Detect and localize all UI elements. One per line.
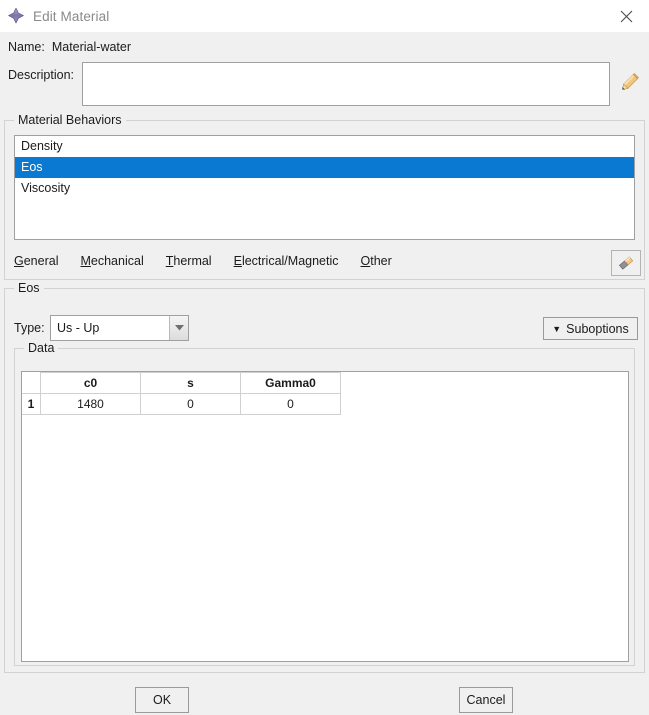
ok-button[interactable]: OK: [135, 687, 189, 713]
close-button[interactable]: [603, 0, 649, 32]
menu-rest-thermal: hermal: [173, 254, 212, 268]
caret-down-icon: ▼: [552, 324, 562, 334]
menu-mnemonic-electrical-magnetic: E: [233, 254, 242, 268]
list-item-eos[interactable]: Eos: [15, 157, 634, 178]
eos-data-table-panel[interactable]: c0 s Gamma0 1 1480 0 0: [21, 371, 629, 662]
column-header-gamma0[interactable]: Gamma0: [240, 372, 341, 394]
menu-rest-electrical-magnetic: lectrical/Magnetic: [241, 254, 339, 268]
eos-type-label: Type:: [14, 321, 45, 335]
eraser-icon: [618, 256, 634, 270]
delete-behavior-button[interactable]: [611, 250, 641, 276]
suboptions-label: Suboptions: [566, 321, 629, 336]
row-header-1[interactable]: 1: [22, 393, 41, 415]
list-item-density[interactable]: Density: [15, 136, 634, 157]
eos-type-select[interactable]: Us - Up: [50, 315, 189, 341]
column-header-s[interactable]: s: [140, 372, 241, 394]
name-label: Name:: [8, 40, 45, 54]
menu-item-mechanical[interactable]: Mechanical: [80, 254, 143, 268]
name-value: Material-water: [51, 40, 132, 54]
eos-data-table[interactable]: c0 s Gamma0 1 1480 0 0: [22, 372, 341, 415]
menu-mnemonic-general: G: [14, 254, 24, 268]
description-edit-button[interactable]: [616, 68, 644, 96]
cancel-button[interactable]: Cancel: [459, 687, 513, 713]
description-input[interactable]: [82, 62, 610, 106]
name-row: Name: Material-water: [8, 40, 131, 54]
list-item-viscosity[interactable]: Viscosity: [15, 178, 634, 199]
menu-rest-mechanical: echanical: [90, 254, 144, 268]
abaqus-diamond-icon: [7, 7, 25, 25]
table-header-row: c0 s Gamma0: [22, 372, 341, 394]
menu-mnemonic-mechanical: M: [80, 254, 91, 268]
window-title: Edit Material: [33, 8, 110, 24]
menu-item-electrical-magnetic[interactable]: Electrical/Magnetic: [234, 254, 339, 268]
material-behaviors-legend: Material Behaviors: [14, 113, 126, 127]
table-corner-cell: [22, 372, 41, 394]
suboptions-button[interactable]: ▼ Suboptions: [543, 317, 638, 340]
edit-material-dialog: Edit Material Name: Material-water Descr…: [0, 0, 649, 715]
column-header-c0[interactable]: c0: [40, 372, 141, 394]
menu-rest-other: ther: [370, 254, 392, 268]
menu-item-general[interactable]: General: [14, 254, 58, 268]
menu-item-other[interactable]: Other: [361, 254, 392, 268]
cell-gamma0[interactable]: 0: [240, 393, 341, 415]
menu-item-thermal[interactable]: Thermal: [166, 254, 212, 268]
cell-c0[interactable]: 1480: [40, 393, 141, 415]
pencil-icon: [622, 73, 639, 90]
behavior-menu-bar: General Mechanical Thermal Electrical/Ma…: [14, 248, 635, 274]
table-row[interactable]: 1 1480 0 0: [22, 393, 341, 415]
eos-data-legend: Data: [24, 341, 59, 355]
menu-mnemonic-other: O: [360, 254, 371, 268]
material-behaviors-group: Material Behaviors Density Eos Viscosity…: [4, 113, 645, 280]
eos-legend: Eos: [14, 281, 44, 295]
material-behaviors-list[interactable]: Density Eos Viscosity: [14, 135, 635, 240]
eos-type-value: Us - Up: [57, 321, 100, 335]
description-label: Description:: [8, 68, 74, 82]
chevron-down-icon[interactable]: [169, 316, 188, 340]
title-bar: Edit Material: [0, 0, 649, 32]
menu-rest-general: eneral: [23, 254, 59, 268]
cell-s[interactable]: 0: [140, 393, 241, 415]
close-icon: [620, 10, 632, 22]
